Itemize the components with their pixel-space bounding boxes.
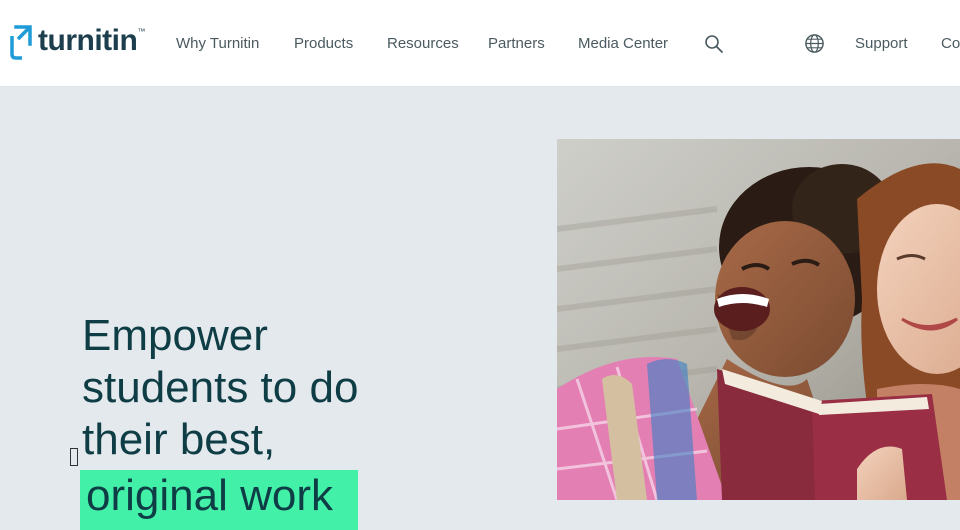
nav-contact[interactable]: Co [941, 35, 960, 52]
nav-why-turnitin[interactable]: Why Turnitin [176, 35, 259, 52]
nav-partners[interactable]: Partners [488, 35, 545, 52]
hero-highlight-text: original work [86, 471, 333, 520]
site-header: turnitin ™ Why Turnitin Products Resourc… [0, 0, 960, 87]
nav-products[interactable]: Products [294, 35, 353, 52]
globe-icon[interactable] [804, 33, 825, 54]
hero-headline-line: Empower [82, 311, 268, 360]
nav-support[interactable]: Support [855, 35, 908, 52]
search-icon[interactable] [704, 34, 724, 54]
hero-headline: Empower students to do their best, [82, 310, 522, 466]
hero-headline-line: their best, [82, 415, 276, 464]
hero-students-photo [557, 139, 960, 500]
nav-media-center[interactable]: Media Center [578, 35, 668, 52]
text-cursor [70, 448, 78, 466]
nav-resources[interactable]: Resources [387, 35, 459, 52]
turnitin-logo[interactable]: turnitin ™ [8, 24, 145, 62]
logo-trademark: ™ [137, 26, 146, 36]
turnitin-logo-icon [10, 25, 32, 60]
hero-headline-line: students to do [82, 363, 359, 412]
logo-wordmark: turnitin [38, 24, 138, 57]
